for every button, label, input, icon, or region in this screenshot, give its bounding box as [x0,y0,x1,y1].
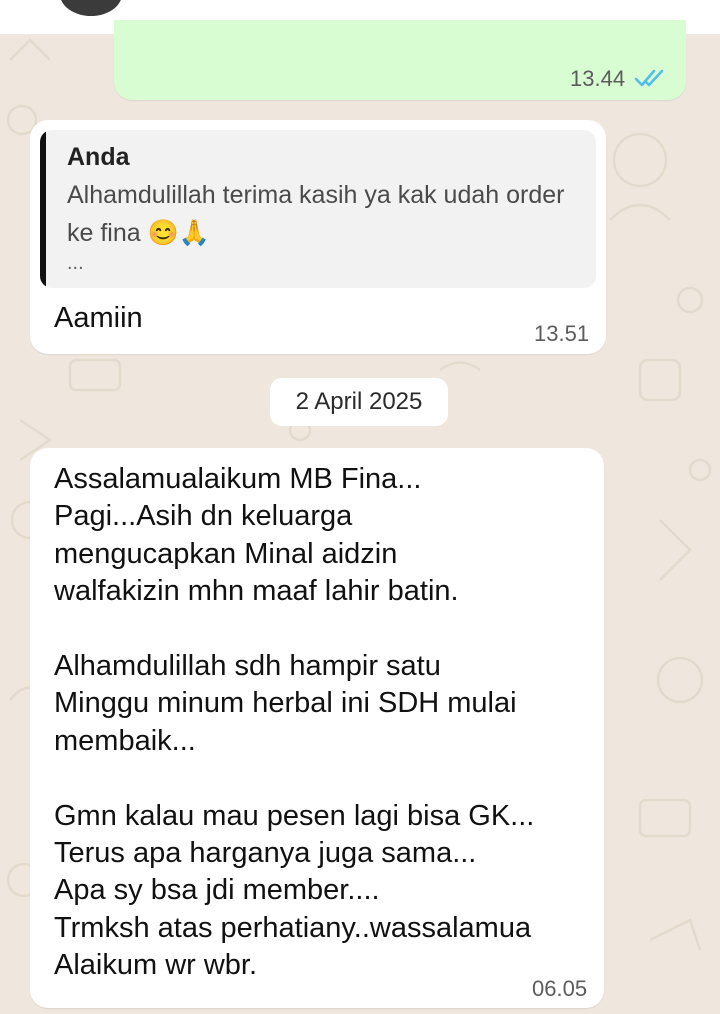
message-time: 06.05 [532,976,588,1001]
quote-author: Anda [67,143,130,171]
date-divider: 2 April 2025 [270,378,448,426]
reply-message-text: Aamiin [54,302,143,334]
outgoing-message-bubble[interactable]: 13.44 [114,20,686,100]
quote-text: Alhamdulillah terima kasih ya kak udah o… [67,181,565,247]
quoted-message[interactable]: Anda Alhamdulillah terima kasih ya kak u… [40,130,596,288]
message-time: 13.44 [570,66,626,91]
quote-ellipsis: ... [67,252,84,274]
message-time: 13.51 [534,321,590,346]
contact-avatar[interactable] [60,0,122,16]
quote-accent-bar [40,130,46,288]
double-check-icon [634,69,664,87]
incoming-message-text: Assalamualaikum MB Fina... Pagi...Asih d… [54,463,535,982]
